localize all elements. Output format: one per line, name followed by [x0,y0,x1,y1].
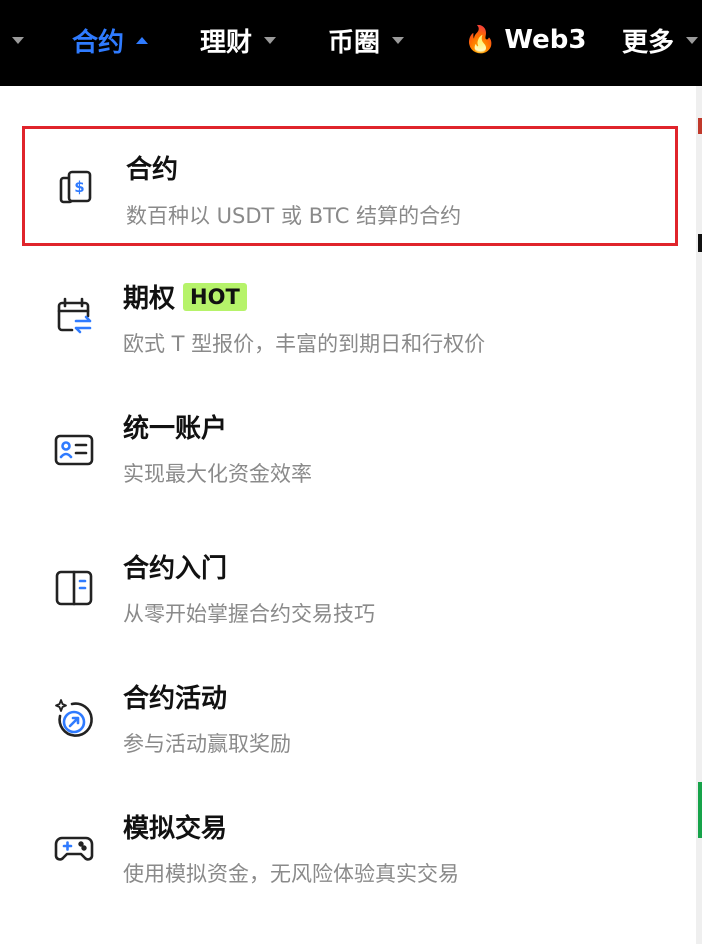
menu-item-title: 合约入门 [123,548,227,585]
nav-item-web3[interactable]: 🔥 Web3 [464,22,586,58]
contract-dropdown-menu: $ 合约 数百种以 USDT 或 BTC 结算的合约 期权 HOT 欧式 T 型… [0,86,696,944]
menu-item-desc: 实现最大化资金效率 [123,462,312,486]
menu-item-title: 模拟交易 [123,808,227,845]
sparkle-circle-icon [52,696,96,740]
nav-item-label: 理财 [200,27,253,58]
calendar-exchange-icon [52,294,96,338]
nav-item-label: Web3 [504,25,587,55]
hot-badge: HOT [183,282,247,311]
chevron-down-icon [392,36,405,44]
top-nav: 合约 理财 币圈 🔥 Web3 更多 [0,0,702,86]
menu-item-title: 期权 HOT [123,278,247,315]
nav-item-label: 合约 [72,27,125,58]
nav-item-contract[interactable]: 合约 [72,22,149,58]
book-icon [52,566,96,610]
id-card-icon [52,428,96,472]
chevron-down-icon[interactable] [12,37,24,44]
menu-item-desc: 数百种以 USDT 或 BTC 结算的合约 [126,204,462,228]
nav-item-more[interactable]: 更多 [622,22,699,58]
chevron-down-icon [264,36,277,44]
background-page-mark [698,782,702,838]
nav-item-crypto-circle[interactable]: 币圈 [328,22,405,58]
menu-item-title: 统一账户 [123,408,227,445]
menu-item-title-text: 期权 [123,284,176,314]
menu-item-title-text: 合约 [126,155,179,185]
chevron-up-icon [136,36,149,44]
background-page-mark [698,118,702,134]
chevron-down-icon [686,36,699,44]
contract-icon: $ [54,165,98,209]
menu-item-contract[interactable]: $ 合约 数百种以 USDT 或 BTC 结算的合约 [22,126,678,246]
menu-item-title-text: 合约活动 [123,684,228,714]
menu-item-demo-trading[interactable]: 模拟交易 使用模拟资金，无风险体验真实交易 [22,786,678,906]
gamepad-icon [52,826,96,870]
menu-item-desc: 从零开始掌握合约交易技巧 [123,602,375,626]
menu-item-desc: 使用模拟资金，无风险体验真实交易 [123,862,459,886]
menu-item-title-text: 合约入门 [123,554,228,584]
menu-item-desc: 欧式 T 型报价，丰富的到期日和行权价 [123,332,486,356]
menu-item-unified-account[interactable]: 统一账户 实现最大化资金效率 [22,386,678,506]
menu-item-title: 合约活动 [123,678,227,715]
menu-item-desc: 参与活动赢取奖励 [123,732,291,756]
menu-item-title: 合约 [126,149,178,186]
menu-item-contract-intro[interactable]: 合约入门 从零开始掌握合约交易技巧 [22,526,678,646]
nav-item-label: 币圈 [328,27,381,58]
menu-item-contract-activities[interactable]: 合约活动 参与活动赢取奖励 [22,656,678,776]
menu-item-title-text: 模拟交易 [123,814,228,844]
flame-icon: 🔥 [464,25,497,55]
nav-item-finance[interactable]: 理财 [200,22,277,58]
background-page-mark [698,234,702,252]
nav-item-label: 更多 [622,27,675,58]
svg-text:$: $ [74,178,84,196]
menu-item-options[interactable]: 期权 HOT 欧式 T 型报价，丰富的到期日和行权价 [22,256,678,376]
menu-item-title-text: 统一账户 [123,414,228,444]
